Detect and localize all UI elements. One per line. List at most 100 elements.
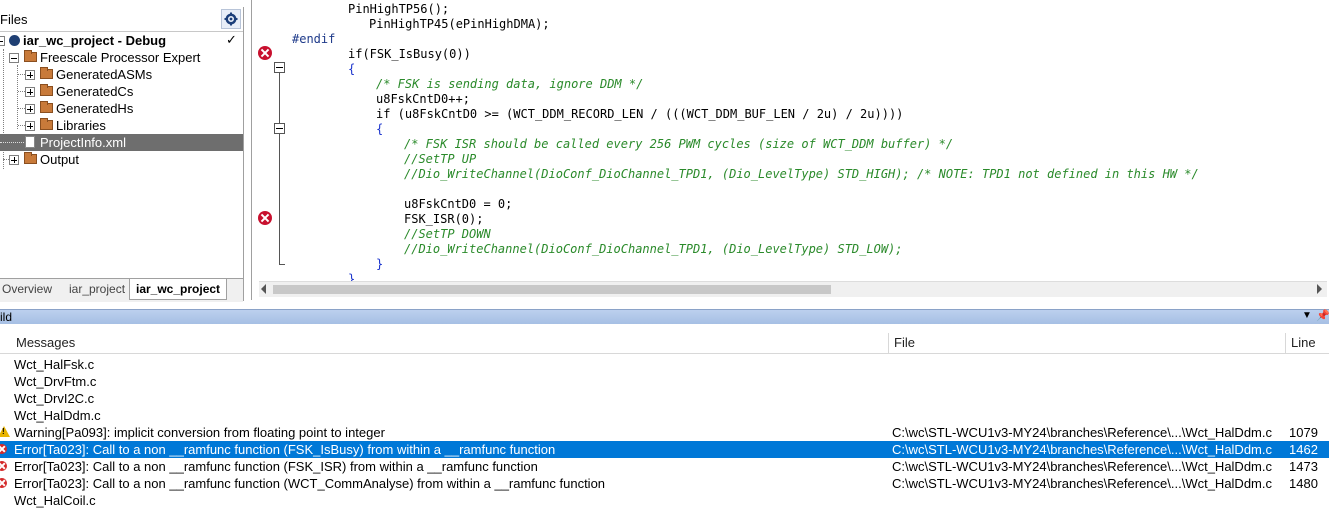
workspace-header: Files	[0, 7, 243, 32]
tab-iar-project[interactable]: iar_project	[69, 282, 125, 300]
message-text: Warning[Pa093]: implicit conversion from…	[14, 425, 385, 440]
error-marker-icon[interactable]	[258, 46, 272, 60]
tree-item-label: GeneratedHs	[56, 101, 134, 116]
build-messages-panel: Messages File Line Wct_HalFsk.c Wct_DrvF…	[0, 324, 1329, 510]
message-line: 1480	[1289, 476, 1318, 491]
code-line: {	[348, 62, 356, 76]
tab-iar-wc-project[interactable]: iar_wc_project	[129, 279, 228, 300]
pin-icon[interactable]: 📌	[1316, 309, 1329, 322]
code-line: {	[376, 122, 384, 136]
scroll-right-icon[interactable]	[1317, 284, 1322, 294]
error-marker-icon[interactable]	[258, 211, 272, 225]
scroll-left-icon[interactable]	[261, 284, 266, 294]
collapse-toggle[interactable]	[0, 36, 5, 46]
tab-overview[interactable]: Overview	[2, 282, 52, 300]
tree-item-label: ProjectInfo.xml	[40, 135, 126, 150]
message-text: Wct_DrvFtm.c	[14, 374, 97, 389]
message-row-error[interactable]: Error[Ta023]: Call to a non __ramfunc fu…	[0, 458, 1329, 475]
tree-item-freescale[interactable]: Freescale Processor Expert	[0, 49, 243, 66]
code-line: //SetTP DOWN	[404, 227, 491, 241]
code-line: //SetTP UP	[404, 152, 477, 166]
fold-toggle-icon[interactable]	[274, 62, 285, 73]
tree-item-label: GeneratedASMs	[56, 67, 153, 82]
message-text: Error[Ta023]: Call to a non __ramfunc fu…	[14, 442, 556, 457]
message-row[interactable]: Wct_HalFsk.c	[0, 356, 1329, 373]
message-row-error-selected[interactable]: Error[Ta023]: Call to a non __ramfunc fu…	[0, 441, 1329, 458]
code-line: if(FSK_IsBusy(0))	[348, 47, 471, 61]
code-line: if (u8FskCntD0 >= (WCT_DDM_RECORD_LEN / …	[376, 107, 904, 121]
expand-toggle[interactable]	[25, 121, 35, 131]
code-line: }	[376, 257, 384, 271]
message-text: Wct_HalFsk.c	[14, 357, 95, 372]
tree-item-projectinfo[interactable]: ProjectInfo.xml	[0, 134, 243, 151]
warning-icon	[0, 426, 10, 437]
tree-connector	[18, 91, 25, 92]
code-line: u8FskCntD0 = 0;	[404, 197, 513, 211]
message-row[interactable]: Wct_HalDdm.c	[0, 407, 1329, 424]
editor-gutter	[252, 0, 290, 281]
message-row[interactable]: Wct_DrvFtm.c	[0, 373, 1329, 390]
code-line: }	[348, 272, 356, 281]
code-line: //Dio_WriteChannel(DioConf_DioChannel_TP…	[404, 242, 903, 256]
column-header-file[interactable]: File	[894, 335, 915, 350]
code-line: /* FSK ISR should be called every 256 PW…	[404, 137, 954, 151]
build-window-title: ild	[0, 310, 13, 324]
message-row-error[interactable]: Error[Ta023]: Call to a non __ramfunc fu…	[0, 475, 1329, 492]
project-label: iar_wc_project - Debug	[23, 33, 167, 48]
message-text: Wct_HalDdm.c	[14, 408, 101, 423]
folder-icon	[24, 50, 37, 62]
tree-row-project[interactable]: iar_wc_project - Debug ✓	[0, 32, 243, 49]
tree-connector	[18, 74, 25, 75]
tree-item-libraries[interactable]: Libraries	[0, 117, 243, 134]
column-divider[interactable]	[888, 333, 889, 353]
message-file: C:\wc\STL-WCU1v3-MY24\branches\Reference…	[892, 459, 1272, 474]
column-header-line[interactable]: Line	[1291, 335, 1316, 350]
collapse-toggle[interactable]	[9, 53, 19, 63]
project-icon	[9, 35, 20, 46]
workspace-title: Files	[0, 12, 28, 27]
code-line: PinHighTP45(ePinHighDMA);	[369, 17, 550, 31]
fold-line	[279, 73, 280, 123]
tree-connector	[18, 125, 25, 126]
gear-icon[interactable]	[221, 9, 241, 29]
message-line: 1462	[1289, 442, 1318, 457]
tree-item-generatedasms[interactable]: GeneratedASMs	[0, 66, 243, 83]
messages-header: Messages File Line	[0, 333, 1329, 354]
tree-item-generatedcs[interactable]: GeneratedCs	[0, 83, 243, 100]
message-line: 1079	[1289, 425, 1318, 440]
scrollbar-thumb[interactable]	[273, 285, 831, 294]
code-line: //Dio_WriteChannel(DioConf_DioChannel_TP…	[404, 167, 1199, 181]
message-text: Error[Ta023]: Call to a non __ramfunc fu…	[14, 459, 538, 474]
expand-toggle[interactable]	[25, 104, 35, 114]
code-editor[interactable]: PinHighTP56(); PinHighTP45(ePinHighDMA);…	[251, 0, 1329, 300]
message-text: Wct_DrvI2C.c	[14, 391, 95, 406]
workspace-panel: Files iar_wc_project - Debug ✓ Freescale…	[0, 7, 244, 302]
message-file: C:\wc\STL-WCU1v3-MY24\branches\Reference…	[892, 425, 1272, 440]
message-file: C:\wc\STL-WCU1v3-MY24\branches\Reference…	[892, 442, 1272, 457]
column-divider[interactable]	[1285, 333, 1286, 353]
code-line: u8FskCntD0++;	[376, 92, 470, 106]
code-line: /* FSK is sending data, ignore DDM */	[376, 77, 644, 91]
expand-toggle[interactable]	[9, 155, 19, 165]
code-line: PinHighTP56();	[348, 2, 450, 16]
error-icon	[0, 478, 7, 488]
tree-item-label: Libraries	[56, 118, 106, 133]
horizontal-scrollbar[interactable]	[259, 281, 1327, 297]
column-header-messages[interactable]: Messages	[16, 335, 75, 350]
message-row[interactable]: Wct_HalCoil.c	[0, 492, 1329, 509]
message-file: C:\wc\STL-WCU1v3-MY24\branches\Reference…	[892, 476, 1272, 491]
error-icon	[0, 461, 7, 471]
fold-end	[279, 264, 285, 265]
tree-item-label: Freescale Processor Expert	[40, 50, 201, 65]
message-row[interactable]: Wct_DrvI2C.c	[0, 390, 1329, 407]
fold-toggle-icon[interactable]	[274, 123, 285, 134]
folder-icon	[40, 67, 53, 79]
dropdown-arrow-icon[interactable]: ▼	[1302, 310, 1312, 321]
expand-toggle[interactable]	[25, 70, 35, 80]
folder-icon	[24, 152, 37, 164]
message-row-warning[interactable]: Warning[Pa093]: implicit conversion from…	[0, 424, 1329, 441]
message-text: Error[Ta023]: Call to a non __ramfunc fu…	[14, 476, 606, 491]
tree-item-output[interactable]: Output	[0, 151, 243, 168]
tree-item-generatedhs[interactable]: GeneratedHs	[0, 100, 243, 117]
expand-toggle[interactable]	[25, 87, 35, 97]
